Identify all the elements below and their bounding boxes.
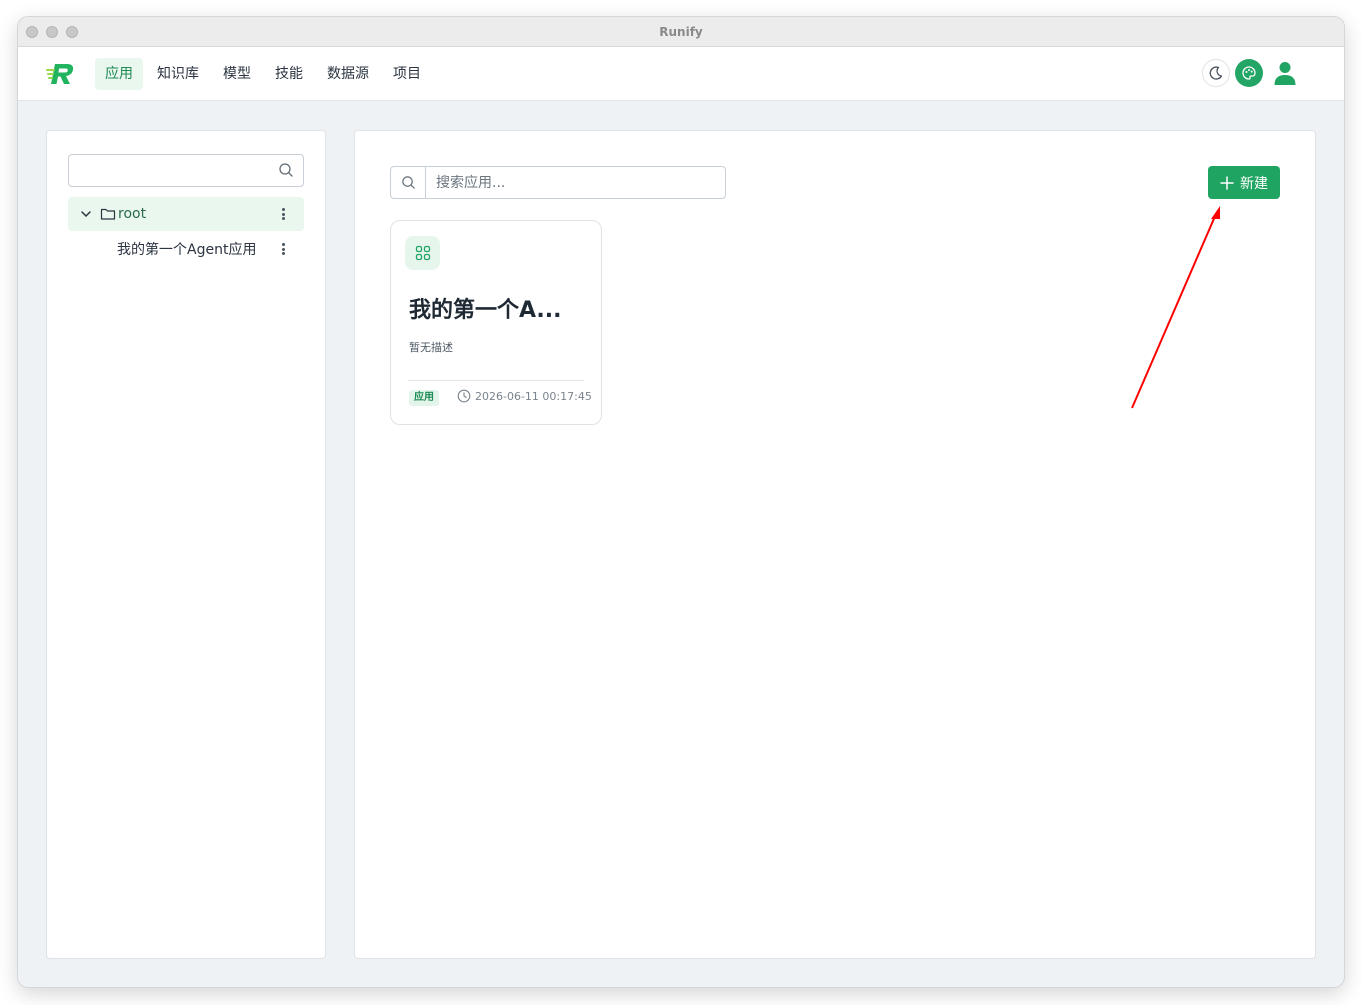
plus-icon: [1220, 175, 1234, 190]
tree-node-label: 我的第一个Agent应用: [117, 242, 257, 258]
apps-grid-icon: [405, 236, 440, 270]
search-icon[interactable]: [278, 162, 294, 182]
window-title: Runify: [659, 25, 703, 39]
navbar-actions: [1202, 59, 1302, 87]
search-icon: [391, 167, 426, 198]
app-type-badge: 应用: [409, 390, 439, 406]
app-card-title: 我的第一个A...: [409, 298, 562, 323]
nav-item-data-sources[interactable]: 数据源: [317, 58, 379, 90]
new-app-button[interactable]: 新建: [1208, 166, 1280, 199]
more-options-icon[interactable]: [276, 206, 290, 222]
main-nav: 应用 知识库 模型 技能 数据源 项目: [95, 57, 431, 90]
app-card-description: 暂无描述: [409, 341, 453, 354]
app-card-divider: [408, 380, 584, 381]
tree-node-label: root: [118, 206, 147, 222]
sidebar-search[interactable]: [68, 154, 304, 187]
user-menu-button[interactable]: [1268, 59, 1302, 87]
app-card-timestamp-text: 2026-06-11 00:17:45: [475, 389, 592, 403]
theme-palette-button[interactable]: [1235, 59, 1263, 87]
nav-item-projects[interactable]: 项目: [383, 58, 431, 90]
app-card[interactable]: 我的第一个A... 暂无描述 应用 2026-06-11 00:17:45: [390, 220, 602, 425]
more-options-icon[interactable]: [276, 241, 290, 257]
sidebar-search-input[interactable]: [77, 155, 277, 185]
folder-icon: [100, 208, 116, 220]
clock-icon: [457, 389, 471, 403]
tree-node-root[interactable]: root: [68, 197, 304, 231]
tree-node-child[interactable]: 我的第一个Agent应用: [68, 233, 304, 265]
app-card-timestamp: 2026-06-11 00:17:45: [457, 389, 592, 403]
folder-sidebar: root 我的第一个Agent应用: [46, 130, 326, 959]
nav-item-apps[interactable]: 应用: [95, 57, 143, 90]
apps-panel: 新建 我的第一个A... 暂无描述 应用 2026-06-11 00:17:45: [354, 130, 1316, 959]
moon-icon: [1209, 66, 1223, 80]
nav-item-skills[interactable]: 技能: [265, 58, 313, 90]
user-icon: [1274, 62, 1296, 85]
app-search-input[interactable]: [426, 167, 725, 198]
nav-item-models[interactable]: 模型: [213, 58, 261, 90]
new-app-button-label: 新建: [1240, 175, 1268, 192]
app-search[interactable]: [390, 166, 726, 199]
top-navbar: 应用 知识库 模型 技能 数据源 项目: [18, 47, 1344, 101]
runify-logo[interactable]: [46, 59, 80, 89]
title-bar: Runify: [18, 17, 1344, 47]
app-window: Runify 应用 知识库 模型 技能 数据源 项目 root 我的第一个Age…: [18, 17, 1344, 987]
nav-item-knowledge-base[interactable]: 知识库: [147, 58, 209, 90]
palette-icon: [1242, 66, 1256, 80]
dark-mode-toggle[interactable]: [1202, 59, 1230, 87]
chevron-down-icon[interactable]: [80, 208, 92, 220]
